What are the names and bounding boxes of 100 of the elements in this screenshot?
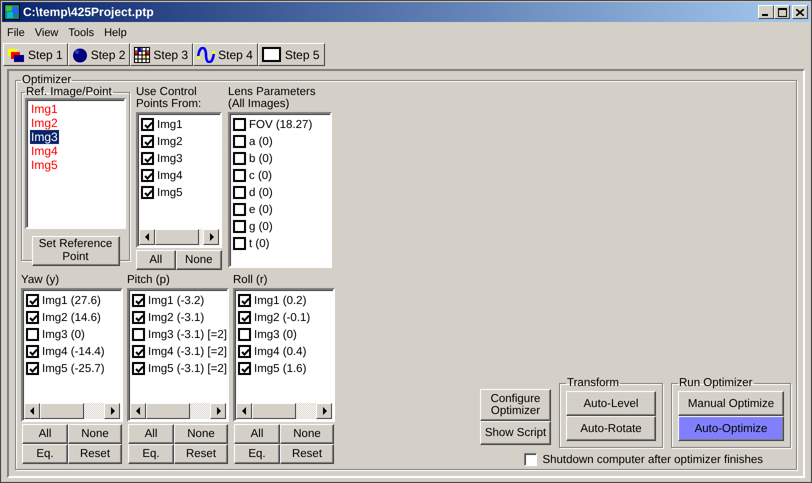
list-item[interactable]: Img1 <box>30 102 59 116</box>
step-tab[interactable]: Step 2 <box>68 43 130 66</box>
checkbox[interactable] <box>233 203 246 216</box>
checkbox-label: Img4 (0.4) <box>254 346 306 358</box>
list-item[interactable]: Img4 <box>30 144 59 158</box>
checkbox[interactable] <box>132 362 145 375</box>
action-button[interactable]: Auto-Level <box>566 391 656 416</box>
checkbox-label: Img4 (-3.1) [=2] <box>148 346 227 358</box>
left-arrow-icon[interactable] <box>136 407 140 415</box>
checkbox[interactable] <box>233 220 246 233</box>
right-arrow-icon[interactable] <box>322 407 326 415</box>
horizontal-scrollbar[interactable] <box>236 403 332 419</box>
checkbox-label: Img1 (27.6) <box>42 294 101 306</box>
checkbox[interactable] <box>141 186 154 199</box>
checkbox[interactable] <box>238 311 251 324</box>
left-arrow-icon[interactable] <box>30 407 34 415</box>
step-tab[interactable]: Step 4 <box>193 43 258 66</box>
checkbox[interactable] <box>141 135 154 148</box>
checkbox-label: Img5 (-3.1) [=2] <box>148 362 227 374</box>
checkbox[interactable] <box>233 237 246 250</box>
menu-item[interactable]: Help <box>101 26 134 38</box>
action-button[interactable]: Auto-Rotate <box>566 416 656 441</box>
checkbox[interactable] <box>233 135 246 148</box>
checkbox-label: Img5 (-25.7) <box>42 362 105 374</box>
step-tab[interactable]: Step 5 <box>258 43 325 66</box>
horizontal-scrollbar[interactable] <box>24 403 120 419</box>
checkbox-label: e (0) <box>249 204 273 216</box>
list-button[interactable]: All <box>22 424 68 444</box>
list-button[interactable]: Eq. <box>128 444 174 464</box>
right-arrow-icon[interactable] <box>110 407 114 415</box>
list-button[interactable]: Eq. <box>234 444 280 464</box>
checkbox[interactable] <box>26 362 39 375</box>
step-tab[interactable]: Step 1 <box>3 43 68 66</box>
checkbox[interactable] <box>233 118 246 131</box>
right-arrow-icon[interactable] <box>208 233 214 241</box>
maximize-icon[interactable] <box>774 5 790 19</box>
list-item[interactable]: Img3 <box>30 130 59 144</box>
checkbox[interactable] <box>26 311 39 324</box>
list-button[interactable]: All <box>234 424 280 444</box>
checkbox[interactable] <box>233 152 246 165</box>
checkbox-label: g (0) <box>249 220 273 232</box>
checkbox[interactable] <box>26 328 39 341</box>
overlapping-squares-icon <box>7 46 25 62</box>
config-button[interactable]: Show Script <box>480 421 551 445</box>
checkbox-label: Img5 (1.6) <box>254 362 306 374</box>
list-button[interactable]: Eq. <box>22 444 68 464</box>
list-button[interactable]: None <box>176 250 222 270</box>
checkbox[interactable] <box>132 311 145 324</box>
horizontal-scrollbar[interactable] <box>139 229 219 245</box>
checkbox[interactable] <box>238 362 251 375</box>
list-button[interactable]: Reset <box>280 444 334 464</box>
minimize-icon[interactable] <box>758 5 774 19</box>
left-arrow-icon[interactable] <box>242 407 246 415</box>
app-icon <box>4 4 20 20</box>
checkbox-label: Img4 <box>157 170 183 182</box>
checkbox[interactable] <box>524 453 538 466</box>
menu-item[interactable]: File <box>4 26 32 38</box>
action-button[interactable]: Manual Optimize <box>678 391 784 416</box>
checkbox[interactable] <box>141 169 154 182</box>
checkbox[interactable] <box>233 186 246 199</box>
left-arrow-icon[interactable] <box>144 233 150 241</box>
horizontal-scrollbar[interactable] <box>130 403 226 419</box>
checkbox-label: t (0) <box>249 238 270 250</box>
grid-icon <box>134 46 150 62</box>
frame-icon <box>262 46 282 62</box>
list-button[interactable]: None <box>280 424 334 444</box>
window-title: C:\temp\425Project.ptp <box>23 5 155 19</box>
checkbox[interactable] <box>238 294 251 307</box>
checkbox[interactable] <box>141 118 154 131</box>
checkbox[interactable] <box>233 169 246 182</box>
checkbox[interactable] <box>238 345 251 358</box>
checkbox-label: Img2 (-0.1) <box>254 312 310 324</box>
checkbox-label: Img3 (0) <box>254 328 297 340</box>
close-icon[interactable] <box>792 5 808 19</box>
action-button[interactable]: Auto-Optimize <box>678 416 784 441</box>
checkbox-label: FOV (18.27) <box>249 118 312 130</box>
list-item[interactable]: Img5 <box>30 158 59 172</box>
checkbox-label: Img4 (-14.4) <box>42 346 105 358</box>
menu-item[interactable]: View <box>32 26 66 38</box>
step-tab[interactable]: Step 3 <box>130 43 194 66</box>
list-button[interactable]: None <box>68 424 122 444</box>
checkbox[interactable] <box>132 328 145 341</box>
list-item[interactable]: Img2 <box>30 116 59 130</box>
menu-item[interactable]: Tools <box>65 26 102 38</box>
right-arrow-icon[interactable] <box>216 407 220 415</box>
list-button[interactable]: Reset <box>174 444 228 464</box>
checkbox-label: Shutdown computer after optimizer finishes <box>542 454 763 466</box>
checkbox[interactable] <box>132 345 145 358</box>
checkbox[interactable] <box>26 294 39 307</box>
set-reference-button[interactable]: Set Reference Point <box>32 236 120 266</box>
checkbox[interactable] <box>132 294 145 307</box>
list-button[interactable]: None <box>174 424 228 444</box>
list-button[interactable]: All <box>128 424 174 444</box>
checkbox[interactable] <box>238 328 251 341</box>
checkbox[interactable] <box>141 152 154 165</box>
checkbox-label: b (0) <box>249 152 273 164</box>
config-button[interactable]: Configure Optimizer <box>480 389 551 421</box>
checkbox[interactable] <box>26 345 39 358</box>
list-button[interactable]: All <box>136 250 176 270</box>
list-button[interactable]: Reset <box>68 444 122 464</box>
